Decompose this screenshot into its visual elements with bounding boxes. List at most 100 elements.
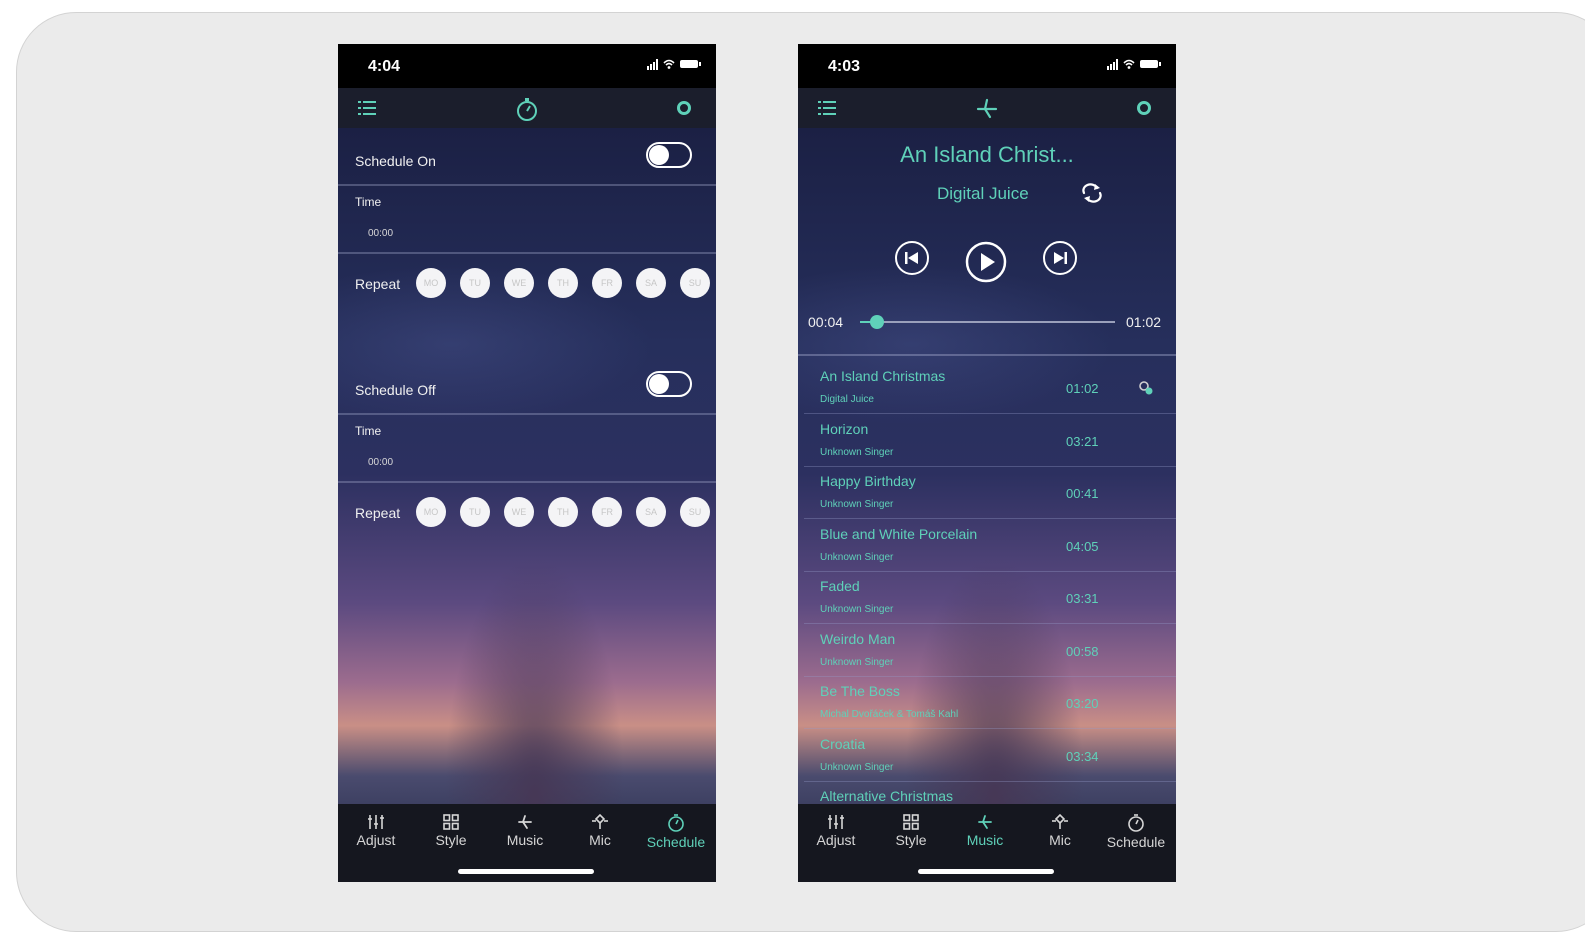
schedule-on-label: Schedule On bbox=[355, 153, 436, 169]
day-toggle-th[interactable]: TH bbox=[548, 268, 578, 298]
grid-icon bbox=[903, 814, 919, 830]
song-duration: 00:41 bbox=[1066, 486, 1099, 501]
phone-schedule-screen: 4:04 Schedule On Time 00:00 Repeat MO TU… bbox=[338, 44, 716, 882]
tab-adjust[interactable]: Adjust bbox=[338, 814, 414, 848]
day-toggle-su[interactable]: SU bbox=[680, 268, 710, 298]
list-icon[interactable] bbox=[358, 100, 376, 116]
schedule-off-toggle[interactable] bbox=[646, 371, 692, 397]
repeat-label: Repeat bbox=[355, 276, 401, 292]
song-artist: Unknown Singer bbox=[820, 604, 894, 615]
time-label: Time bbox=[355, 424, 382, 438]
tab-mic[interactable]: Mic bbox=[562, 814, 638, 848]
song-list-item[interactable]: Blue and White Porcelain Unknown Singer 04… bbox=[804, 520, 1176, 572]
status-time: 4:03 bbox=[828, 58, 861, 75]
song-title: Croatia bbox=[820, 735, 866, 752]
day-toggle-th[interactable]: TH bbox=[548, 497, 578, 527]
day-toggle-mo[interactable]: MO bbox=[416, 268, 446, 298]
song-list-item[interactable]: Faded Unknown Singer 03:31 bbox=[804, 572, 1176, 624]
tab-schedule[interactable]: Schedule bbox=[638, 814, 714, 850]
song-title: Blue and White Porcelain bbox=[820, 525, 978, 542]
repeat-label: Repeat bbox=[355, 505, 401, 521]
progress-thumb[interactable] bbox=[869, 315, 884, 329]
tab-music[interactable]: Music bbox=[487, 814, 563, 848]
song-list-item[interactable]: Happy Birthday Unknown Singer 00:41 bbox=[804, 467, 1176, 519]
song-list-item[interactable]: Horizon Unknown Singer 03:21 bbox=[804, 415, 1176, 467]
previous-button[interactable] bbox=[894, 240, 930, 276]
tab-schedule[interactable]: Schedule bbox=[1098, 814, 1174, 850]
tab-label: Adjust bbox=[356, 832, 396, 848]
tab-adjust[interactable]: Adjust bbox=[798, 814, 874, 848]
tab-style[interactable]: Style bbox=[873, 814, 949, 848]
gear-icon[interactable] bbox=[676, 100, 692, 116]
gear-icon[interactable] bbox=[1136, 100, 1152, 116]
tab-label: Mic bbox=[1049, 832, 1071, 848]
song-title: Horizon bbox=[820, 420, 869, 437]
home-indicator bbox=[918, 869, 1054, 874]
signal-icon bbox=[647, 58, 658, 70]
song-duration: 04:05 bbox=[1066, 538, 1099, 554]
now-playing-title: An Island Christ... bbox=[900, 142, 1074, 167]
bottom-tab-bar: Adjust Style Music Mic Schedule bbox=[798, 804, 1176, 882]
toggle-knob bbox=[649, 145, 669, 165]
tab-mic[interactable]: Mic bbox=[1022, 814, 1098, 848]
tab-label: Style bbox=[895, 832, 927, 848]
total-duration: 01:02 bbox=[1126, 314, 1162, 330]
day-toggle-su[interactable]: SU bbox=[680, 497, 710, 527]
grid-icon bbox=[443, 814, 459, 830]
song-list-item[interactable]: Be The Boss Michal Dvořáček & Tomáš Kahl 0… bbox=[804, 677, 1176, 729]
stopwatch-icon bbox=[517, 98, 537, 121]
tab-label: Music bbox=[966, 832, 1004, 848]
tab-music[interactable]: Music bbox=[947, 814, 1023, 848]
bottom-tab-bar: Adjust Style Music Mic Schedule bbox=[338, 804, 716, 882]
schedule-off-repeat-row: Repeat MO TU WE TH FR SA SU bbox=[338, 483, 716, 543]
stopwatch-icon bbox=[1128, 814, 1144, 832]
tab-label: Style bbox=[435, 832, 467, 848]
day-toggle-we[interactable]: WE bbox=[504, 497, 534, 527]
song-title: Faded bbox=[820, 578, 860, 594]
music-icon bbox=[518, 815, 532, 829]
mic-icon bbox=[1052, 814, 1068, 829]
tab-style[interactable]: Style bbox=[413, 814, 489, 848]
tab-label: Schedule bbox=[646, 834, 706, 850]
day-toggle-tu[interactable]: TU bbox=[460, 497, 490, 527]
now-playing-indicator-icon[interactable] bbox=[1138, 380, 1154, 396]
time-label: Time bbox=[355, 195, 382, 209]
song-list-item[interactable]: Weirdo Man Unknown Singer 00:58 bbox=[804, 625, 1176, 677]
song-duration: 03:31 bbox=[1066, 591, 1099, 606]
repeat-icon[interactable] bbox=[1080, 182, 1104, 204]
schedule-on-repeat-row: Repeat MO TU WE TH FR SA SU bbox=[338, 254, 716, 314]
list-icon[interactable] bbox=[818, 100, 836, 116]
song-list-item[interactable]: Croatia Unknown Singer 03:34 bbox=[804, 730, 1176, 782]
song-artist: Unknown Singer bbox=[820, 446, 894, 458]
time-value: 00:00 bbox=[368, 228, 394, 239]
song-title: Happy Birthday bbox=[820, 473, 916, 489]
song-artist: Unknown Singer bbox=[820, 499, 894, 510]
play-button[interactable] bbox=[964, 240, 1008, 284]
day-toggle-mo[interactable]: MO bbox=[416, 497, 446, 527]
tab-label: Adjust bbox=[816, 832, 856, 848]
song-list-item[interactable]: An Island Christmas Digital Juice 01:02 bbox=[804, 362, 1176, 414]
song-duration: 03:20 bbox=[1066, 696, 1099, 711]
day-toggle-fr[interactable]: FR bbox=[592, 497, 622, 527]
song-duration: 01:02 bbox=[1066, 381, 1099, 396]
schedule-off-time-row[interactable]: Time 00:00 bbox=[338, 415, 716, 483]
signal-icon bbox=[1107, 58, 1118, 70]
battery-icon bbox=[1140, 60, 1161, 68]
song-artist: Michal Dvořáček & Tomáš Kahl bbox=[820, 709, 959, 720]
wifi-icon bbox=[663, 59, 675, 69]
day-toggle-fr[interactable]: FR bbox=[592, 268, 622, 298]
song-artist: Unknown Singer bbox=[820, 761, 894, 773]
progress-slider[interactable] bbox=[860, 315, 1115, 329]
next-button[interactable] bbox=[1042, 240, 1078, 276]
divider bbox=[798, 354, 1176, 356]
song-title: An Island Christmas bbox=[820, 368, 946, 384]
schedule-on-time-row[interactable]: Time 00:00 bbox=[338, 186, 716, 254]
top-bar bbox=[338, 88, 716, 128]
day-toggle-sa[interactable]: SA bbox=[636, 268, 666, 298]
day-toggle-we[interactable]: WE bbox=[504, 268, 534, 298]
day-toggle-sa[interactable]: SA bbox=[636, 497, 666, 527]
schedule-on-toggle[interactable] bbox=[646, 142, 692, 168]
song-duration: 03:34 bbox=[1066, 748, 1099, 764]
status-bar: 4:04 bbox=[338, 44, 716, 88]
day-toggle-tu[interactable]: TU bbox=[460, 268, 490, 298]
